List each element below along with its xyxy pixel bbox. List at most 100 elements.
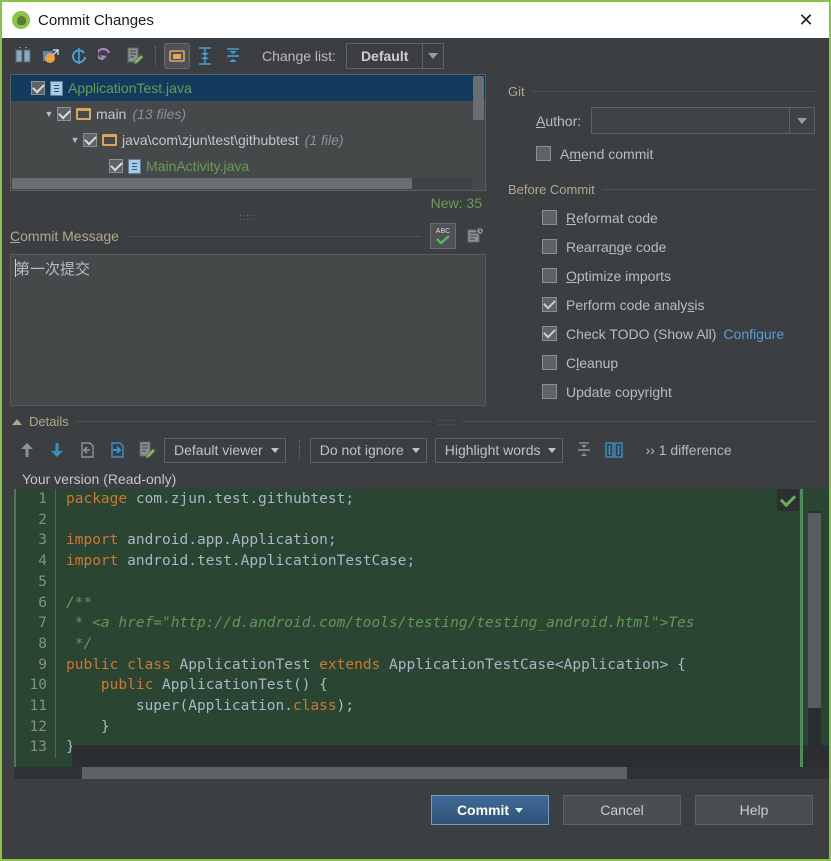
code-token: ApplicationTestCase<Application> { [380, 656, 686, 673]
group-by-directory-icon[interactable] [164, 43, 190, 69]
checkbox-box[interactable] [542, 268, 557, 283]
close-icon[interactable]: ✕ [783, 2, 829, 38]
code-token: /** [66, 594, 93, 611]
collapse-all-icon[interactable] [220, 43, 246, 69]
editor-vscrollbar-thumb[interactable] [808, 513, 821, 708]
tree-row-checkbox[interactable] [83, 133, 97, 147]
before-commit-rearrange-code[interactable]: Rearrange code [508, 232, 815, 261]
chevron-down-icon[interactable]: ▼ [67, 135, 83, 145]
before-commit-label: Perform code analysis [566, 296, 705, 313]
ignore-select[interactable]: Do not ignore [309, 437, 427, 463]
code-line: public class ApplicationTest extends App… [66, 655, 829, 676]
line-number: 13 [29, 739, 47, 756]
checkbox-box[interactable] [542, 326, 557, 341]
previous-difference-icon[interactable] [14, 437, 40, 463]
tree-row[interactable]: ▼ main (13 files) [11, 101, 485, 127]
tree-row-label: MainActivity.java [146, 158, 250, 174]
checkbox-box[interactable] [542, 239, 557, 254]
code-line: } [66, 717, 829, 738]
chevron-down-icon [422, 44, 443, 68]
tree-row-checkbox[interactable] [109, 159, 123, 173]
editor-hscrollbar-track [14, 767, 829, 779]
before-commit-perform-code-analysis[interactable]: Perform code analysis [508, 290, 815, 319]
before-commit-cleanup[interactable]: Cleanup [508, 348, 815, 377]
highlight-select[interactable]: Highlight words [434, 437, 564, 463]
synchronize-scrolling-icon[interactable] [601, 437, 627, 463]
changelist-select[interactable]: Default [345, 43, 445, 69]
code-token: extends [319, 656, 381, 673]
tree-hscrollbar-thumb[interactable] [12, 178, 412, 189]
tree-row-checkbox[interactable] [57, 107, 71, 121]
checkbox-box[interactable] [542, 210, 557, 225]
tree-row[interactable]: MainActivity.java [11, 153, 485, 179]
collapse-unchanged-icon[interactable] [571, 437, 597, 463]
chevron-up-icon [12, 418, 22, 425]
code-line: package com.zjun.test.githubtest; [66, 489, 829, 510]
chevron-down-icon[interactable]: ▼ [41, 109, 57, 119]
window-titlebar: Commit Changes ✕ [2, 2, 829, 38]
code-token: ApplicationTest() { [153, 677, 328, 694]
diff-editor[interactable]: 1 2 3 4 5 6 7 8 9 10 11 12 13 package com.zjun.test.… [14, 489, 829, 767]
apply-right-icon[interactable] [104, 437, 130, 463]
tree-row[interactable]: ▼ java\com\zjun\test\githubtest (1 file) [11, 127, 485, 153]
changes-toolbar: Change list: Default [2, 38, 829, 74]
changed-files-tree[interactable]: ApplicationTest.java ▼ main (13 files) ▼ java… [10, 74, 486, 191]
help-button[interactable]: Help [695, 795, 813, 825]
splitter-grip[interactable]: ::::: [2, 211, 494, 223]
abc-spellcheck-icon[interactable]: ABC [430, 223, 456, 249]
commit-button[interactable]: Commit [431, 795, 549, 825]
before-commit-reformat-code[interactable]: Reformat code [508, 203, 815, 232]
configure-link[interactable]: Configure [723, 326, 784, 342]
chevron-down-icon [411, 447, 420, 453]
tree-row-checkbox[interactable] [31, 81, 45, 95]
cancel-button[interactable]: Cancel [563, 795, 681, 825]
author-input[interactable] [592, 108, 789, 133]
apply-left-icon[interactable] [74, 437, 100, 463]
main-split: ApplicationTest.java ▼ main (13 files) ▼ java… [2, 74, 829, 406]
next-difference-icon[interactable] [44, 437, 70, 463]
checkbox-box[interactable] [542, 297, 557, 312]
tree-row[interactable]: ApplicationTest.java [11, 75, 485, 101]
before-commit-label: Rearrange code [566, 238, 667, 255]
right-column: Git Author: Amend commit Before Commit R… [494, 74, 829, 406]
editor-hscrollbar-thumb[interactable] [82, 767, 627, 779]
before-commit-update-copyright[interactable]: Update copyright [508, 377, 815, 406]
viewer-select[interactable]: Default viewer [164, 437, 286, 463]
show-diff-icon[interactable] [10, 43, 36, 69]
code-line: import android.app.Application; [66, 530, 829, 551]
code-line: * <a href="http://d.android.com/tools/te… [66, 613, 829, 634]
line-number: 12 [29, 718, 47, 735]
code-token: ); [336, 698, 355, 715]
amend-commit-checkbox[interactable]: Amend commit [508, 139, 815, 168]
details-header[interactable]: Details ::::: [2, 406, 829, 429]
line-number-gutter: 1 2 3 4 5 6 7 8 9 10 11 12 13 [16, 489, 56, 759]
edit-source-icon[interactable] [134, 437, 160, 463]
line-number: 3 [38, 532, 47, 549]
line-number: 1 [38, 491, 47, 507]
commit-message-input[interactable]: 第一次提交 [10, 254, 486, 406]
line-number: 6 [38, 594, 47, 611]
refresh-icon[interactable] [66, 43, 92, 69]
before-commit-optimize-imports[interactable]: Optimize imports [508, 261, 815, 290]
left-column: ApplicationTest.java ▼ main (13 files) ▼ java… [2, 74, 494, 406]
edit-source-icon[interactable] [122, 43, 148, 69]
chevron-down-icon [789, 108, 814, 133]
code-content[interactable]: package com.zjun.test.githubtest; import… [56, 489, 829, 758]
inspection-ok-icon[interactable] [777, 489, 799, 511]
tree-vscrollbar-thumb[interactable] [473, 76, 484, 120]
tree-row-label: ApplicationTest.java [68, 80, 192, 96]
changelist-label: Change list: [262, 48, 336, 64]
move-to-changelist-icon[interactable] [38, 43, 64, 69]
checkbox-box[interactable] [542, 355, 557, 370]
code-line: */ [66, 634, 829, 655]
diff-toolbar: Default viewer Do not ignore Highlight w… [2, 429, 829, 469]
details-splitter-grip[interactable]: ::::: [438, 417, 456, 427]
checkbox-box[interactable] [542, 384, 557, 399]
author-select[interactable] [591, 107, 815, 134]
before-commit-check-todo[interactable]: Check TODO (Show All) Configure [508, 319, 815, 348]
code-token: */ [66, 635, 93, 652]
expand-all-icon[interactable] [192, 43, 218, 69]
viewer-select-value: Default viewer [174, 442, 263, 458]
revert-icon[interactable] [94, 43, 120, 69]
message-history-icon[interactable] [464, 225, 486, 247]
